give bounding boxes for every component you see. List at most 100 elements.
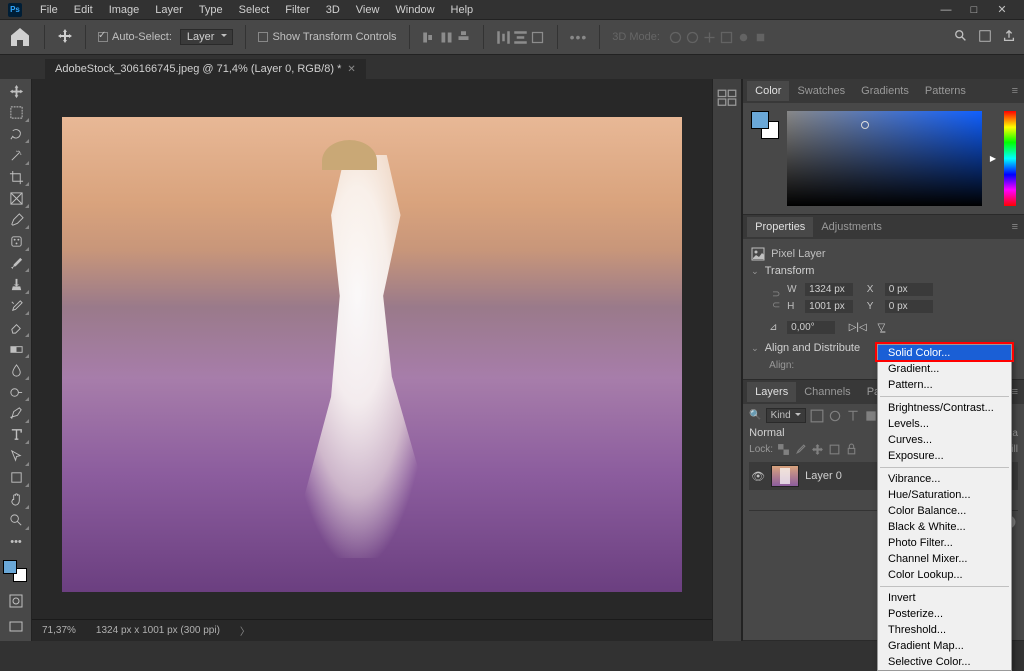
- lock-position-icon[interactable]: [811, 443, 824, 456]
- crop-tool[interactable]: [2, 167, 30, 187]
- align-icons[interactable]: [422, 30, 471, 45]
- screen-mode-icon[interactable]: [2, 616, 30, 636]
- show-transform-checkbox[interactable]: Show Transform Controls: [258, 31, 396, 43]
- close-tab-icon[interactable]: ✕: [347, 64, 355, 75]
- workspace-icon[interactable]: [978, 29, 992, 46]
- menu-item-photo-filter[interactable]: Photo Filter...: [878, 535, 1011, 551]
- menu-item-levels[interactable]: Levels...: [878, 416, 1011, 432]
- filter-shape-icon[interactable]: [864, 409, 878, 423]
- home-icon[interactable]: [8, 25, 32, 49]
- more-options-icon[interactable]: •••: [570, 29, 588, 45]
- angle-field[interactable]: 0,00°: [787, 321, 835, 334]
- menu-item-solid-color[interactable]: Solid Color...: [878, 345, 1011, 361]
- move-tool-icon[interactable]: [57, 28, 73, 47]
- layer-name[interactable]: Layer 0: [805, 470, 842, 482]
- path-selection-tool[interactable]: [2, 446, 30, 466]
- lock-pixels-icon[interactable]: [794, 443, 807, 456]
- panel-menu-icon[interactable]: ≡: [1012, 85, 1018, 97]
- x-field[interactable]: 0 px: [885, 283, 933, 296]
- share-icon[interactable]: [1002, 29, 1016, 46]
- menu-3d[interactable]: 3D: [318, 4, 348, 16]
- lock-transparency-icon[interactable]: [777, 443, 790, 456]
- collapsed-panel-icon[interactable]: [717, 89, 737, 105]
- color-swatches[interactable]: [3, 560, 27, 582]
- menu-item-hue-saturation[interactable]: Hue/Saturation...: [878, 487, 1011, 503]
- lasso-tool[interactable]: [2, 124, 30, 144]
- layer-thumbnail[interactable]: [771, 465, 799, 487]
- link-dimensions-icon[interactable]: ⊃⊂: [769, 288, 783, 312]
- y-field[interactable]: 0 px: [885, 300, 933, 313]
- window-minimize-icon[interactable]: —: [932, 4, 960, 16]
- menu-item-color-lookup[interactable]: Color Lookup...: [878, 567, 1011, 583]
- menu-item-selective-color[interactable]: Selective Color...: [878, 654, 1011, 670]
- menu-item-posterize[interactable]: Posterize...: [878, 606, 1011, 622]
- healing-brush-tool[interactable]: [2, 231, 30, 251]
- color-swatch-pair[interactable]: [751, 111, 779, 139]
- menu-type[interactable]: Type: [191, 4, 231, 16]
- menu-item-vibrance[interactable]: Vibrance...: [878, 471, 1011, 487]
- menu-item-invert[interactable]: Invert: [878, 590, 1011, 606]
- menu-item-color-balance[interactable]: Color Balance...: [878, 503, 1011, 519]
- width-field[interactable]: 1324 px: [805, 283, 853, 296]
- tab-channels[interactable]: Channels: [796, 382, 858, 402]
- menu-image[interactable]: Image: [101, 4, 148, 16]
- menu-file[interactable]: File: [32, 4, 66, 16]
- filter-adjust-icon[interactable]: [828, 409, 842, 423]
- menu-item-gradient-map[interactable]: Gradient Map...: [878, 638, 1011, 654]
- window-maximize-icon[interactable]: □: [960, 4, 988, 16]
- menu-view[interactable]: View: [348, 4, 388, 16]
- blend-mode-dropdown[interactable]: Normal: [749, 427, 819, 439]
- color-field[interactable]: [787, 111, 982, 206]
- history-brush-tool[interactable]: [2, 296, 30, 316]
- hue-slider[interactable]: [1004, 111, 1016, 206]
- eyedropper-tool[interactable]: [2, 210, 30, 230]
- menu-layer[interactable]: Layer: [147, 4, 191, 16]
- menu-item-black-white[interactable]: Black & White...: [878, 519, 1011, 535]
- menu-select[interactable]: Select: [231, 4, 278, 16]
- dodge-tool[interactable]: [2, 382, 30, 402]
- tab-swatches[interactable]: Swatches: [789, 81, 853, 101]
- menu-item-curves[interactable]: Curves...: [878, 432, 1011, 448]
- menu-edit[interactable]: Edit: [66, 4, 101, 16]
- menu-window[interactable]: Window: [387, 4, 442, 16]
- document-tab[interactable]: AdobeStock_306166745.jpeg @ 71,4% (Layer…: [45, 59, 366, 79]
- distribute-icons[interactable]: [496, 30, 545, 45]
- magic-wand-tool[interactable]: [2, 145, 30, 165]
- search-icon[interactable]: [954, 29, 968, 46]
- flip-v-icon[interactable]: ▽̲: [878, 322, 886, 333]
- brush-tool[interactable]: [2, 253, 30, 273]
- tab-color[interactable]: Color: [747, 81, 789, 101]
- foreground-color[interactable]: [3, 560, 17, 574]
- frame-tool[interactable]: [2, 188, 30, 208]
- type-tool[interactable]: [2, 425, 30, 445]
- transform-section-header[interactable]: ⌄Transform: [751, 265, 1016, 277]
- tab-properties[interactable]: Properties: [747, 217, 813, 237]
- auto-select-checkbox[interactable]: Auto-Select:: [98, 31, 172, 43]
- menu-filter[interactable]: Filter: [277, 4, 317, 16]
- document-canvas[interactable]: [62, 117, 682, 592]
- menu-item-exposure[interactable]: Exposure...: [878, 448, 1011, 464]
- menu-item-pattern[interactable]: Pattern...: [878, 377, 1011, 393]
- flip-h-icon[interactable]: ▷|◁: [849, 322, 867, 333]
- lock-artboard-icon[interactable]: [828, 443, 841, 456]
- filter-type-icon[interactable]: [846, 409, 860, 423]
- pen-tool[interactable]: [2, 403, 30, 423]
- window-close-icon[interactable]: ✕: [988, 3, 1016, 16]
- blur-tool[interactable]: [2, 360, 30, 380]
- panel-menu-icon[interactable]: ≡: [1012, 221, 1018, 233]
- zoom-level[interactable]: 71,37%: [42, 625, 76, 636]
- gradient-tool[interactable]: [2, 339, 30, 359]
- visibility-toggle-icon[interactable]: 👁: [751, 470, 765, 483]
- menu-item-threshold[interactable]: Threshold...: [878, 622, 1011, 638]
- tab-layers[interactable]: Layers: [747, 382, 796, 402]
- menu-help[interactable]: Help: [443, 4, 482, 16]
- tab-adjustments[interactable]: Adjustments: [813, 217, 890, 237]
- tab-gradients[interactable]: Gradients: [853, 81, 917, 101]
- move-tool[interactable]: [2, 81, 30, 101]
- panel-menu-icon[interactable]: ≡: [1012, 386, 1018, 398]
- eraser-tool[interactable]: [2, 317, 30, 337]
- marquee-tool[interactable]: [2, 102, 30, 122]
- filter-pixel-icon[interactable]: [810, 409, 824, 423]
- auto-select-target-dropdown[interactable]: Layer: [180, 29, 234, 45]
- height-field[interactable]: 1001 px: [805, 300, 853, 313]
